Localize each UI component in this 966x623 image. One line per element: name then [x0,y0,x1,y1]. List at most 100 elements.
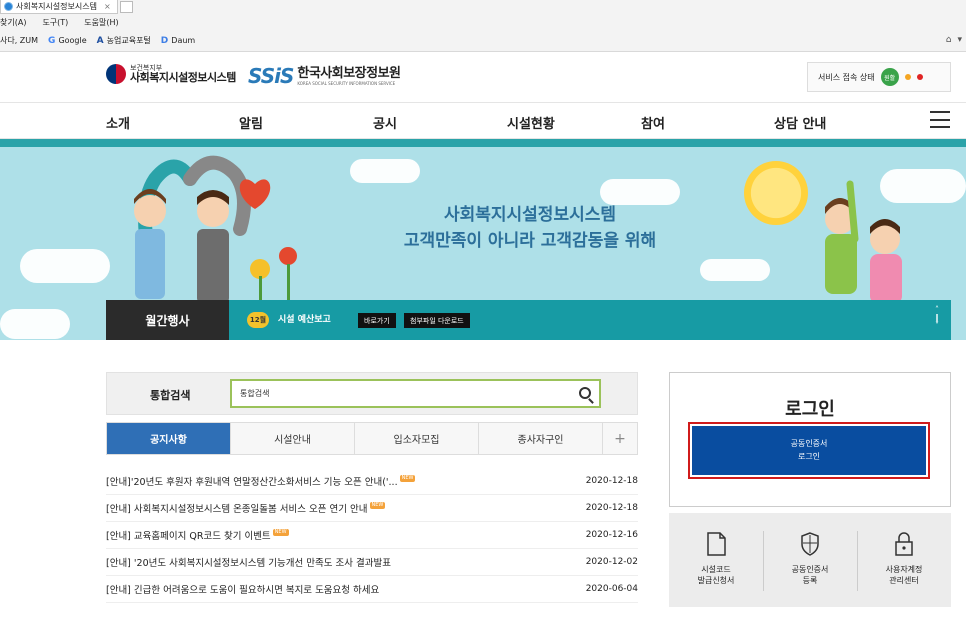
favorite-google[interactable]: G Google [48,36,87,46]
menu-item-help[interactable]: 도움말(H) [84,17,118,28]
cloud-decoration [20,249,110,283]
main-nav: 소개 알림 공시 시설현황 참여 상담 안내 [0,102,966,139]
notice-date: 2020-12-18 [585,503,638,513]
favorites-bar: 사다, ZUM G Google A 농업교육포털 D Daum [0,33,195,48]
quick-line2: 발급신청서 [697,575,735,585]
ssis-mark: SSiS [248,64,294,88]
nav-item-participate[interactable]: 참여 [641,113,665,132]
quick-links: 시설코드 발급신청서 공동인증서 등록 사용자계정 관리센터 [669,513,951,607]
chevron-down-icon[interactable]: ▾ [957,35,962,45]
monthly-event-bar: 월간행사 12월 시설 예산보고 바로가기 첨부파일 다운로드 ˄ ‖ ˅ [106,300,951,340]
notice-list: [안내]'20년도 후원자 후원내역 연말정산간소화서비스 기능 오픈 안내('… [106,468,638,603]
new-badge: NEW [369,501,386,509]
home-icon[interactable]: ⌂ [946,35,952,45]
list-item[interactable]: [안내] 교육홈페이지 QR코드 찾기 이벤트 NEW 2020-12-16 [106,522,638,549]
daum-icon: D [160,35,169,46]
more-plus-icon[interactable]: + [603,423,637,454]
hamburger-menu-icon[interactable] [930,111,950,128]
menu-item-tools[interactable]: 도구(T) [42,17,68,28]
ssis-logo[interactable]: SSiS 한국사회보장정보원 KOREA SOCIAL SECURITY INF… [248,64,401,88]
favorite-daum[interactable]: D Daum [161,36,195,46]
attachment-download-button[interactable]: 첨부파일 다운로드 [404,313,470,328]
login-highlight: 공동인증서 로그인 [688,422,930,479]
taegeuk-emblem-icon [106,64,126,84]
browser-home-tools: ⌂ ▾ [946,35,962,45]
list-item[interactable]: [안내] 긴급한 어려움으로 도움이 필요하시면 복지로 도움요청 하세요 20… [106,576,638,603]
board-tabs: 공지사항 시설안내 입소자모집 종사자구인 + [106,422,638,455]
banner-headline: 사회복지시설정보시스템 고객만족이 아니라 고객감동을 위해 [300,203,760,254]
monthly-event-title[interactable]: 시설 예산보고 [278,312,331,325]
nav-item-notice[interactable]: 알림 [239,113,263,132]
tab-notice[interactable]: 공지사항 [107,423,231,454]
notice-title[interactable]: [안내] 사회복지시설정보시스템 온종일돌봄 서비스 오픈 연기 안내 [106,501,368,515]
unified-search-label: 통합검색 [150,389,191,402]
banner-line2: 고객만족이 아니라 고객감동을 위해 [403,230,657,251]
close-icon[interactable]: × [104,2,111,11]
cloud-decoration [700,259,770,281]
notice-title[interactable]: [안내]'20년도 후원자 후원내역 연말정산간소화서비스 기능 오픈 안내('… [106,474,398,488]
favorite-agri[interactable]: A 농업교육포털 [97,35,151,46]
menu-item-find[interactable]: 찾기(A) [0,17,26,28]
quick-link-facility-code[interactable]: 시설코드 발급신청서 [669,513,763,607]
nav-item-intro[interactable]: 소개 [106,113,130,132]
notice-date: 2020-06-04 [585,584,638,594]
quick-link-account[interactable]: 사용자계정 관리센터 [857,513,951,607]
favorite-zum[interactable]: 사다, ZUM [0,35,38,46]
notice-title[interactable]: [안내] 긴급한 어려움으로 도움이 필요하시면 복지로 도움요청 하세요 [106,582,379,596]
login-btn-line2: 로그인 [797,451,821,461]
go-button[interactable]: 바로가기 [358,313,396,328]
quick-link-certificate[interactable]: 공동인증서 등록 [763,513,857,607]
month-badge: 12월 [247,312,269,328]
lock-icon [892,531,916,557]
event-scroll-arrows-icon[interactable]: ˄ ‖ ˅ [935,306,939,330]
logo2-small-text: KOREA SOCIAL SECURITY INFORMATION SERVIC… [297,80,396,86]
tab-recruit[interactable]: 종사자구인 [479,423,603,454]
cloud-decoration [0,309,70,339]
login-title: 로그인 [785,399,835,420]
list-item[interactable]: [안내]'20년도 후원자 후원내역 연말정산간소화서비스 기능 오픈 안내('… [106,468,638,495]
browser-tab-title: 사회복지시설정보시스템 [16,2,97,11]
service-status: 서비스 접속 상태 원활 [807,62,951,92]
notice-date: 2020-12-02 [585,557,638,567]
cloud-decoration [600,179,680,205]
status-red-dot [916,74,923,80]
logo2-big-text: 한국사회보장정보원 [297,65,401,81]
ie-icon [4,2,13,11]
certificate-login-button[interactable]: 공동인증서 로그인 [692,426,926,475]
new-tab-button[interactable] [119,1,133,13]
nav-item-disclosure[interactable]: 공시 [373,113,397,132]
quick-line1: 시설코드 [701,565,731,574]
mohw-logo[interactable]: 보건복지부 사회복지시설정보시스템 [106,64,236,84]
search-icon[interactable] [579,387,591,399]
login-panel: 로그인 공동인증서 로그인 [669,372,951,507]
service-status-label: 서비스 접속 상태 [818,72,875,82]
new-badge: NEW [399,474,416,482]
logo1-big-text: 사회복지시설정보시스템 [130,71,236,84]
nav-item-consult[interactable]: 상담 안내 [774,113,826,132]
agri-icon: A [96,35,104,46]
quick-line2: 등록 [802,575,818,585]
tab-facility-info[interactable]: 시설안내 [231,423,355,454]
new-badge: NEW [272,528,289,536]
quick-line1: 사용자계정 [885,565,923,574]
notice-title[interactable]: [안내] '20년도 사회복지시설정보시스템 기능개선 만족도 조사 결과발표 [106,555,391,569]
notice-date: 2020-12-18 [585,476,638,486]
list-item[interactable]: [안내] 사회복지시설정보시스템 온종일돌봄 서비스 오픈 연기 안내 NEW 2… [106,495,638,522]
google-icon: G [48,35,56,46]
search-input[interactable] [232,381,552,406]
login-btn-line1: 공동인증서 [790,438,828,448]
unified-search: 통합검색 [106,372,638,415]
list-item[interactable]: [안내] '20년도 사회복지시설정보시스템 기능개선 만족도 조사 결과발표 … [106,549,638,576]
sun-illustration [744,161,808,225]
browser-tab[interactable]: 사회복지시설정보시스템 × [0,0,118,14]
nav-item-facility[interactable]: 시설현황 [507,113,555,132]
notice-title[interactable]: [안내] 교육홈페이지 QR코드 찾기 이벤트 [106,528,271,542]
cloud-decoration [350,159,420,183]
shield-icon [798,531,822,557]
notice-date: 2020-12-16 [585,530,638,540]
menu-bar: 찾기(A) 도구(T) 도움말(H) [0,15,119,30]
children-illustration [825,180,902,304]
status-yellow-dot [904,74,911,80]
browser-chrome: 사회복지시설정보시스템 × 찾기(A) 도구(T) 도움말(H) 사다, ZUM… [0,0,966,52]
tab-admission[interactable]: 입소자모집 [355,423,479,454]
